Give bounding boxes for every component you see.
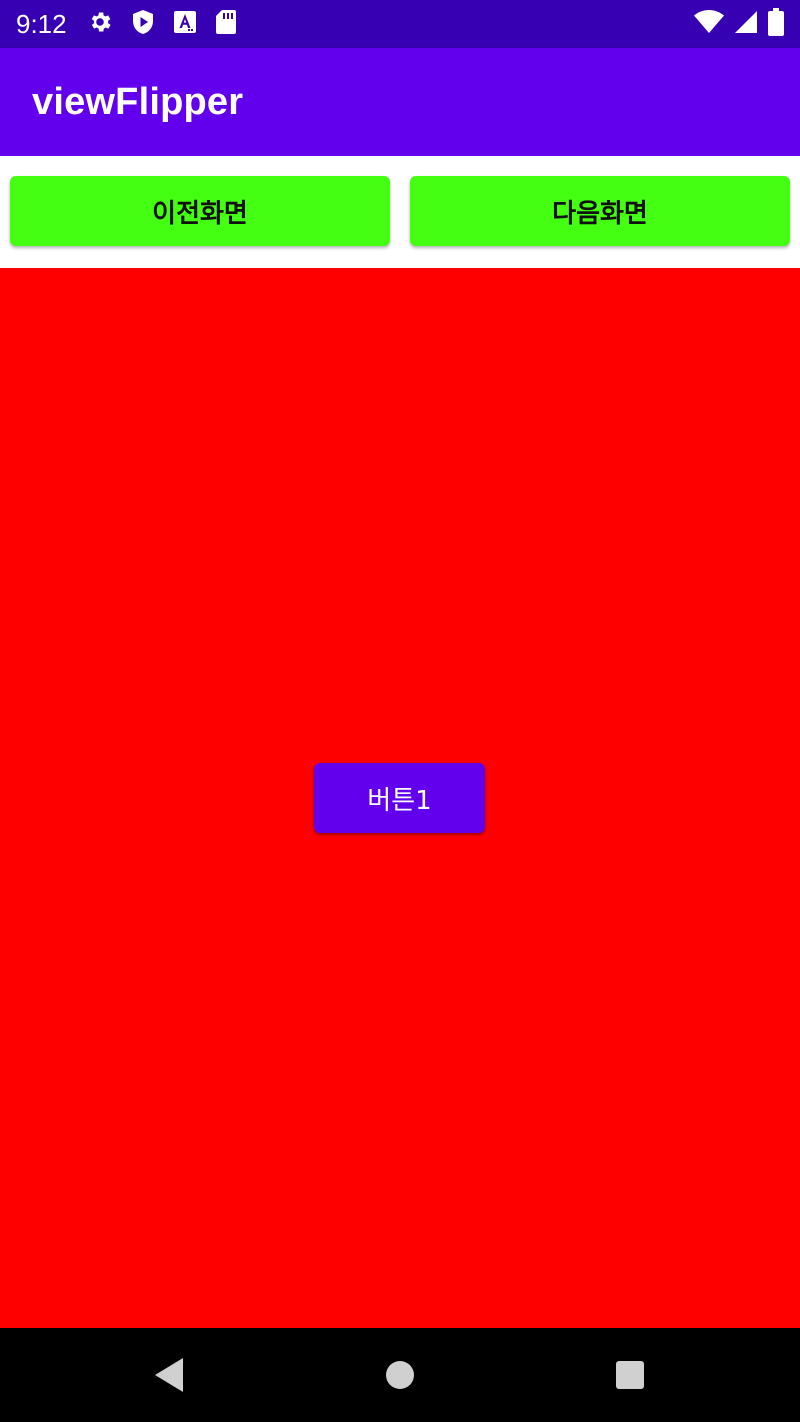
status-icons-left [87, 9, 237, 39]
button-1[interactable]: 버튼1 [314, 763, 485, 833]
system-nav-bar [0, 1328, 800, 1422]
sd-card-icon [215, 9, 237, 39]
status-time: 9:12 [16, 8, 67, 39]
back-icon[interactable] [148, 1355, 188, 1395]
app-bar: viewFlipper [0, 48, 800, 156]
screen: 9:12 viewFlipper 이전화면 다음화면 버튼1 [0, 0, 800, 1422]
next-screen-button[interactable]: 다음화면 [410, 176, 790, 246]
shield-play-icon [131, 9, 155, 39]
settings-icon [87, 9, 113, 39]
home-icon[interactable] [380, 1355, 420, 1395]
recents-icon[interactable] [610, 1355, 650, 1395]
view-flipper-page: 버튼1 [0, 268, 800, 1328]
app-title: viewFlipper [32, 80, 244, 123]
battery-icon [768, 8, 784, 40]
status-icons-right [694, 8, 784, 40]
cellular-signal-icon [734, 10, 758, 38]
text-a-icon [173, 10, 197, 38]
status-bar: 9:12 [0, 0, 800, 48]
previous-screen-button[interactable]: 이전화면 [10, 176, 390, 246]
wifi-icon [694, 10, 724, 38]
flipper-controls: 이전화면 다음화면 [0, 156, 800, 268]
